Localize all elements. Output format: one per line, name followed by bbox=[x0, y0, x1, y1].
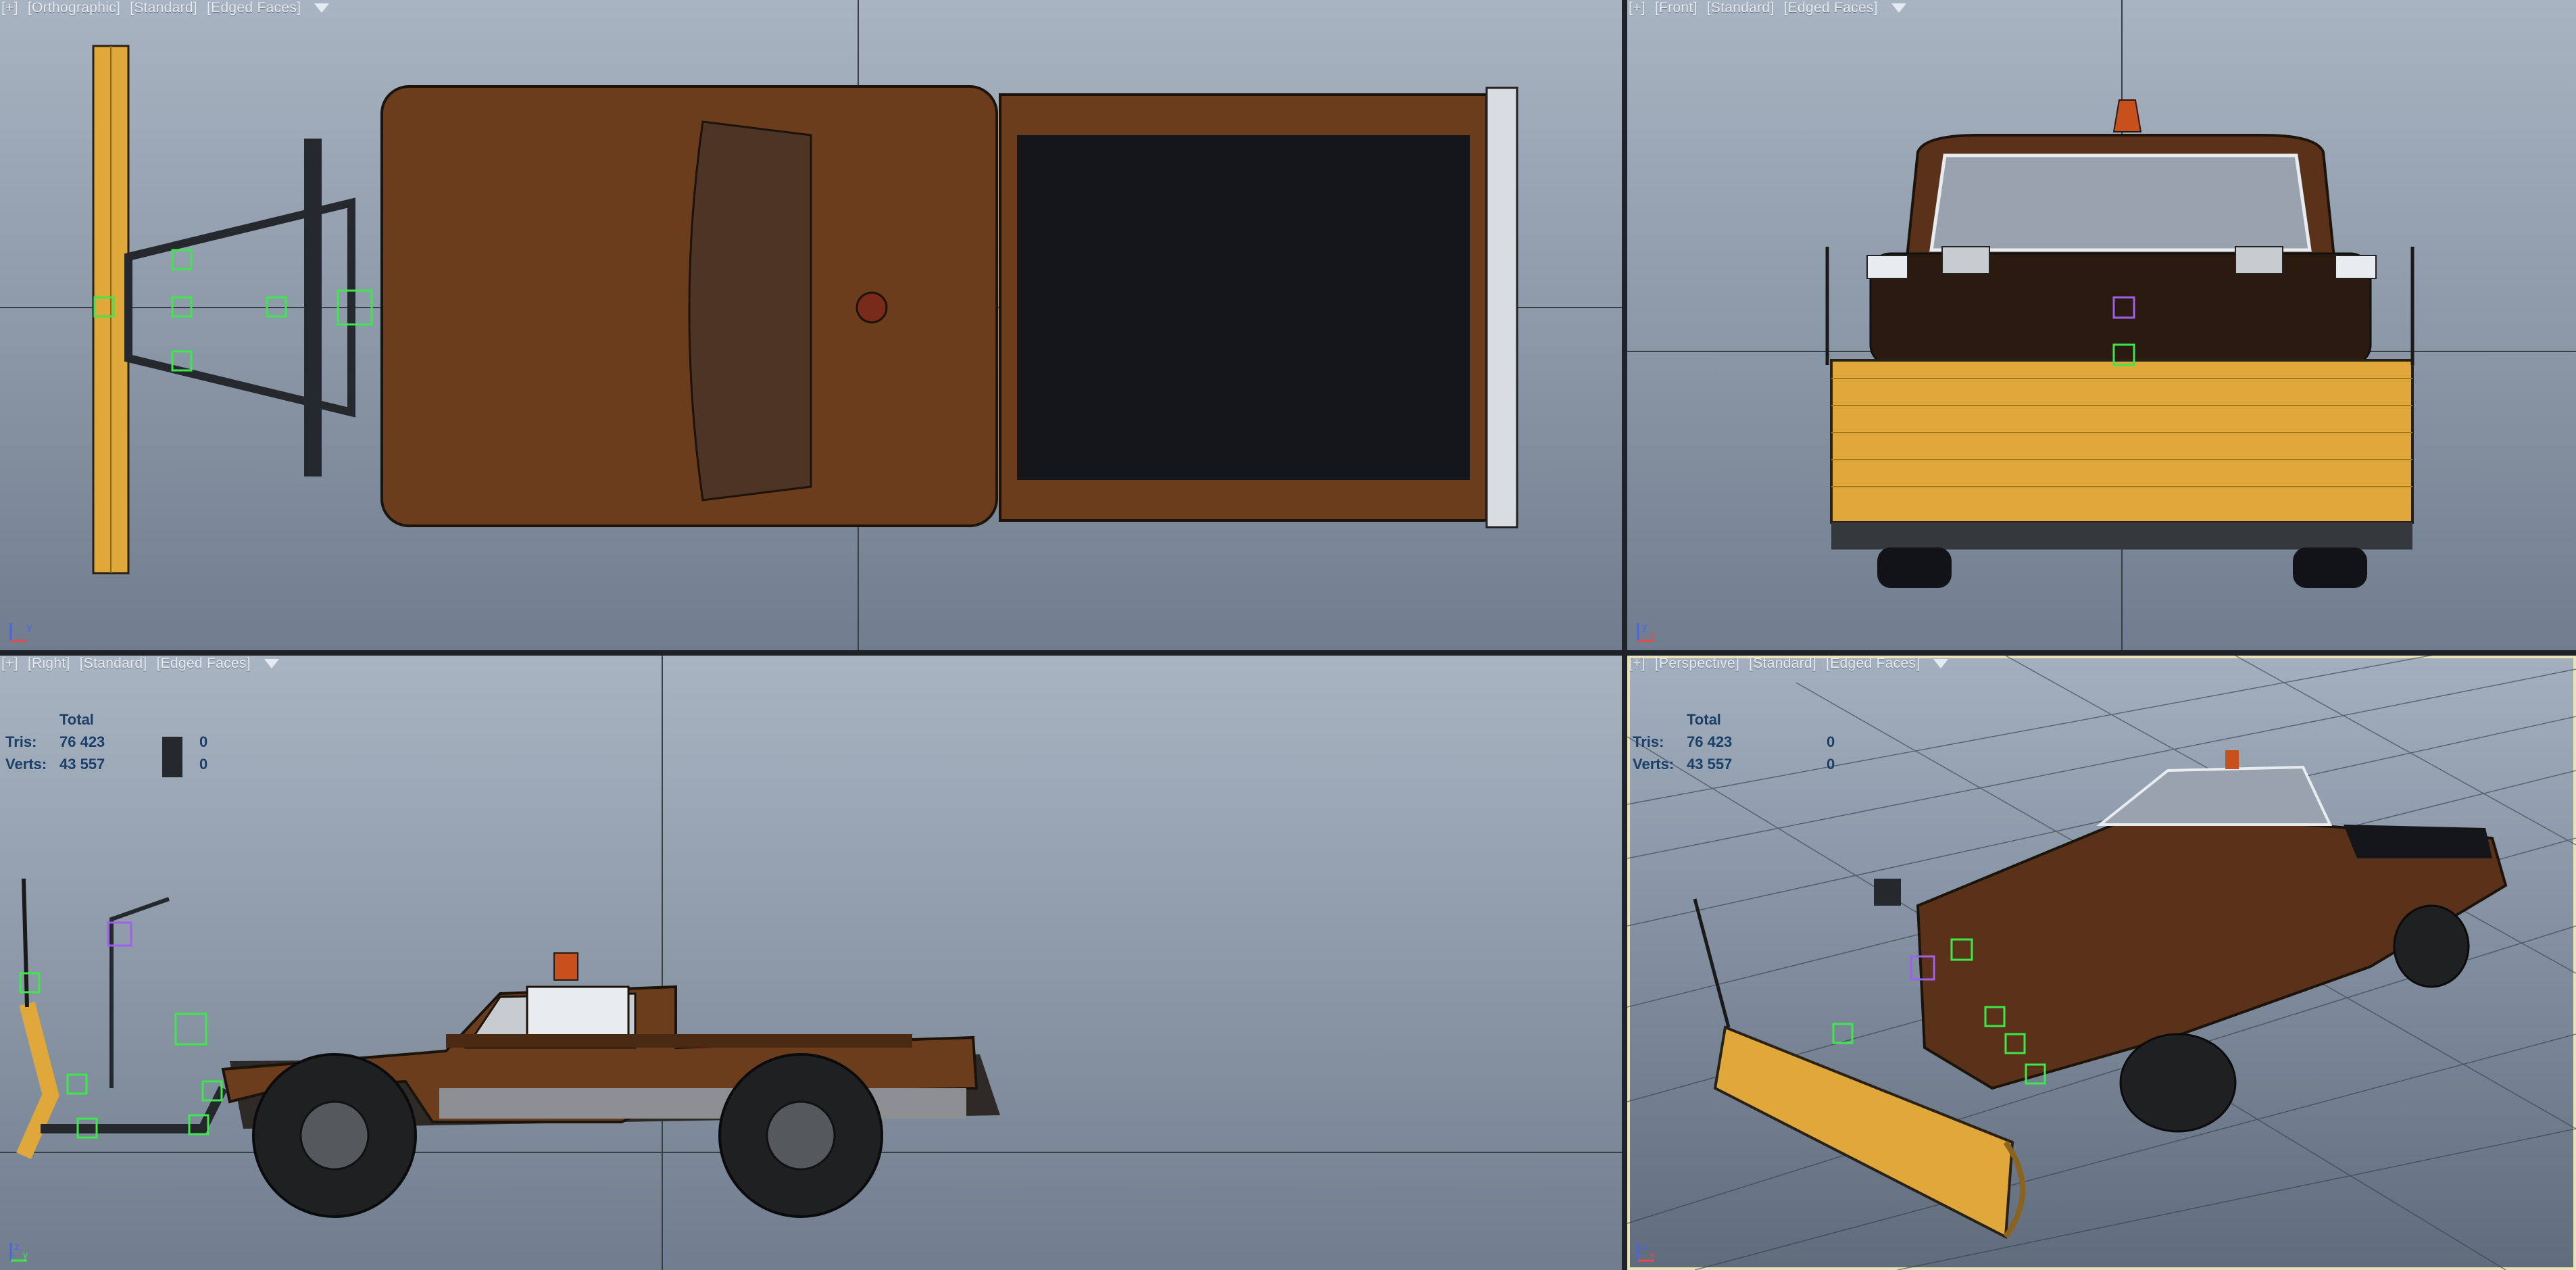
svg-text:z: z bbox=[1642, 1241, 1647, 1252]
viewport-menu-plus[interactable]: [+] bbox=[1629, 656, 1645, 671]
verts-label: Verts: bbox=[5, 756, 47, 773]
tris-selected: 0 bbox=[199, 733, 208, 750]
stats-header: Total bbox=[1687, 711, 1721, 728]
shading-mode-label[interactable]: [Standard] bbox=[1707, 0, 1775, 16]
tris-selected: 0 bbox=[1827, 733, 1835, 750]
viewport-label-perspective[interactable]: [+] [Perspective] [Standard] [Edged Faces] bbox=[1629, 656, 1958, 672]
svg-text:x: x bbox=[1650, 1249, 1655, 1260]
truck-top-view bbox=[0, 0, 1622, 650]
edge-mode-label[interactable]: [Edged Faces] bbox=[1826, 656, 1920, 671]
viewport-menu-plus[interactable]: [+] bbox=[1, 656, 18, 671]
view-mode-label[interactable]: [Right] bbox=[28, 656, 70, 671]
viewport-menu-plus[interactable]: [+] bbox=[1629, 0, 1645, 16]
verts-selected: 0 bbox=[1827, 756, 1835, 773]
viewport-orthographic[interactable]: [+] [Orthographic] [Standard] [Edged Faces]… bbox=[0, 0, 1622, 650]
scene-stats: Total Tris: 76 423 0 Verts: 43 557 0 bbox=[1633, 708, 1854, 775]
viewport-perspective[interactable]: [+] [Perspective] [Standard] [Edged Faces] … bbox=[1627, 656, 2576, 1270]
tris-value: 76 423 bbox=[59, 733, 105, 750]
view-mode-label[interactable]: [Front] bbox=[1655, 0, 1698, 16]
edge-mode-label[interactable]: [Edged Faces] bbox=[1784, 0, 1878, 16]
svg-text:z: z bbox=[15, 1241, 20, 1252]
filter-icon[interactable] bbox=[1933, 659, 1949, 669]
viewport-menu-plus[interactable]: [+] bbox=[1, 0, 18, 16]
shading-mode-label[interactable]: [Standard] bbox=[80, 656, 147, 671]
view-mode-label[interactable]: [Orthographic] bbox=[28, 0, 120, 16]
filter-icon[interactable] bbox=[1891, 3, 1906, 14]
verts-value: 43 557 bbox=[1687, 756, 1733, 773]
axis-tripod-icon: y bbox=[9, 621, 32, 642]
viewport-right[interactable]: [+] [Right] [Standard] [Edged Faces] Total … bbox=[0, 656, 1622, 1270]
filter-icon[interactable] bbox=[314, 3, 330, 14]
svg-text:y: y bbox=[23, 1249, 28, 1260]
svg-text:y: y bbox=[1642, 621, 1647, 632]
viewport-grid: [+] [Orthographic] [Standard] [Edged Faces]… bbox=[0, 0, 2576, 1270]
view-mode-label[interactable]: [Perspective] bbox=[1655, 656, 1739, 671]
tris-label: Tris: bbox=[1633, 733, 1664, 750]
edge-mode-label[interactable]: [Edged Faces] bbox=[157, 656, 251, 671]
viewport-front[interactable]: [+] [Front] [Standard] [Edged Faces] y x bbox=[1627, 0, 2576, 650]
svg-text:y: y bbox=[27, 621, 32, 632]
axis-tripod-icon: z x bbox=[1637, 1241, 1655, 1262]
scene-stats: Total Tris: 76 423 0 Verts: 43 557 0 bbox=[5, 708, 226, 775]
axis-tripod-icon: z y bbox=[9, 1241, 28, 1262]
verts-value: 43 557 bbox=[59, 756, 105, 773]
verts-label: Verts: bbox=[1633, 756, 1675, 773]
shading-mode-label[interactable]: [Standard] bbox=[130, 0, 197, 16]
stats-header: Total bbox=[59, 711, 94, 728]
viewport-label-right[interactable]: [+] [Right] [Standard] [Edged Faces] bbox=[1, 656, 289, 672]
truck-front-view bbox=[1627, 0, 2576, 650]
svg-text:x: x bbox=[1650, 629, 1655, 640]
truck-side-view bbox=[0, 656, 1622, 1270]
viewport-label-front[interactable]: [+] [Front] [Standard] [Edged Faces] bbox=[1629, 0, 1916, 16]
filter-icon[interactable] bbox=[264, 659, 279, 669]
verts-selected: 0 bbox=[199, 756, 208, 773]
edge-mode-label[interactable]: [Edged Faces] bbox=[207, 0, 301, 16]
axis-tripod-icon: y x bbox=[1637, 621, 1655, 642]
tris-value: 76 423 bbox=[1687, 733, 1733, 750]
shading-mode-label[interactable]: [Standard] bbox=[1749, 656, 1816, 671]
tris-label: Tris: bbox=[5, 733, 37, 750]
viewport-label-orthographic[interactable]: [+] [Orthographic] [Standard] [Edged Faces] bbox=[1, 0, 339, 16]
